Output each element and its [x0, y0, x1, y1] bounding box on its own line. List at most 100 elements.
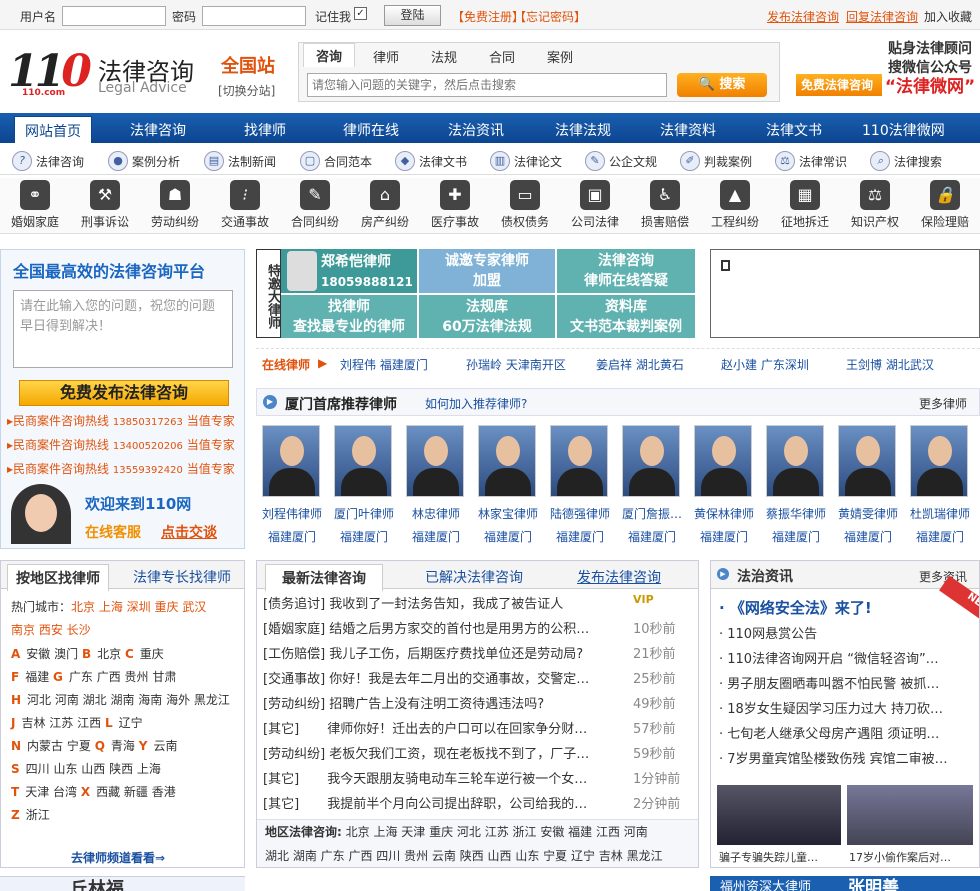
news-photo[interactable]	[717, 785, 841, 845]
invite-lawyer-cell[interactable]: 诚邀专家律师 加盟	[419, 249, 555, 293]
subnav-consult[interactable]: ? 法律咨询	[12, 151, 84, 171]
subnav-regulations[interactable]: ✎ 公企文规	[585, 151, 657, 171]
region-row[interactable]: A 安徽 澳门 B 北京 C 重庆	[11, 645, 164, 662]
username-input[interactable]	[62, 6, 166, 26]
consult-row[interactable]: [其它] 我提前半个月向公司提出辞职，公司给我的…	[263, 793, 587, 812]
recommended-lawyer[interactable]: 陆德强律师 福建厦门	[550, 425, 610, 545]
news-item[interactable]: · 男子朋友圈晒毒叫嚣不怕民警 被抓…	[719, 673, 939, 692]
category-item[interactable]: ♿ 损害赔偿	[630, 180, 700, 230]
search-button[interactable]: 🔍 搜索	[677, 73, 767, 97]
question-textarea[interactable]: 请在此输入您的问题，祝您的问题早日得到解决！	[13, 290, 233, 368]
category-item[interactable]: ✎ 合同纠纷	[280, 180, 350, 230]
resource-db-cell[interactable]: 资料库 文书范本裁判案例	[557, 295, 695, 338]
subnav-news[interactable]: ▤ 法制新闻	[204, 151, 276, 171]
category-item[interactable]: 🔒 保险理赔	[910, 180, 980, 230]
news-item[interactable]: · 110法律咨询网开启 “微信轻咨询”…	[719, 648, 939, 667]
recommended-lawyer[interactable]: 厦门叶律师 福建厦门	[334, 425, 394, 545]
nav-news[interactable]: 法治资讯	[448, 120, 504, 140]
consult-row[interactable]: [其它] 我今天跟朋友骑电动车三轮车逆行被一个女…	[263, 768, 587, 787]
recommended-lawyer[interactable]: 厦门詹振… 福建厦门	[622, 425, 682, 545]
bottom-lawyer-banner[interactable]: 丘林福	[0, 876, 245, 891]
search-tab-case[interactable]: 案例	[547, 47, 573, 66]
news-photo[interactable]	[847, 785, 973, 845]
consult-row[interactable]: [其它] 律师你好！迁出去的户口可以在回家争分财…	[263, 718, 587, 737]
forgot-link[interactable]: 【忘记密码】	[514, 8, 586, 25]
news-item[interactable]: · 18岁女生疑因学习压力过大 持刀砍…	[719, 698, 943, 717]
region-row[interactable]: N 内蒙古 宁夏 Q 青海 Y 云南	[11, 737, 177, 754]
lawyer-channel-link[interactable]: 去律师频道看看⇒	[71, 849, 165, 866]
category-item[interactable]: ☗ 劳动纠纷	[140, 180, 210, 230]
category-item[interactable]: ✚ 医疗事故	[420, 180, 490, 230]
consult-row[interactable]: [婚姻家庭] 结婚之后男方家交的首付也是用男方的公积…	[263, 618, 589, 637]
news-item[interactable]: · 七旬老人继承父母房产遇阻 须证明…	[719, 723, 939, 742]
free-post-button[interactable]: 免费发布法律咨询	[19, 380, 229, 406]
site-logo[interactable]: 110 110.com 法律咨询 Legal Advice	[8, 38, 208, 100]
subnav-docs[interactable]: ◆ 法律文书	[395, 151, 467, 171]
recommended-lawyer[interactable]: 林家宝律师 福建厦门	[478, 425, 538, 545]
search-tab-law[interactable]: 法规	[431, 47, 457, 66]
hot-cities-links[interactable]: 北京 上海 深圳 重庆 武汉	[71, 600, 206, 614]
nav-documents[interactable]: 法律文书	[766, 120, 822, 140]
consult-row[interactable]: [劳动纠纷] 老板欠我们工资，现在老板找不到了，厂子…	[263, 743, 589, 762]
subnav-search[interactable]: ⌕ 法律搜索	[870, 151, 942, 171]
find-lawyer-cell[interactable]: 找律师 查找最专业的律师	[281, 295, 417, 338]
remember-checkbox[interactable]: ✓	[354, 7, 367, 20]
online-lawyer-link[interactable]: 孙瑞岭 天津南开区	[466, 356, 566, 373]
law-db-cell[interactable]: 法规库 60万法律法规	[419, 295, 555, 338]
category-item[interactable]: ▦ 征地拆迁	[770, 180, 840, 230]
news-item[interactable]: · 7岁男童宾馆坠楼致伤残 宾馆二审被…	[719, 748, 948, 767]
login-button[interactable]: 登陆	[384, 5, 441, 26]
online-lawyer-link[interactable]: 姜启祥 湖北黄石	[596, 356, 684, 373]
online-lawyer-link[interactable]: 赵小建 广东深圳	[721, 356, 809, 373]
online-service-link[interactable]: 在线客服	[85, 522, 141, 542]
consult-row[interactable]: [工伤赔偿] 我儿子工伤，后期医疗费找单位还是劳动局?	[263, 643, 583, 662]
recommended-lawyer[interactable]: 蔡振华律师 福建厦门	[766, 425, 826, 545]
nav-lawyer-online[interactable]: 律师在线	[343, 120, 399, 140]
news-item[interactable]: · 《网络安全法》来了!	[719, 597, 872, 618]
category-item[interactable]: ▭ 债权债务	[490, 180, 560, 230]
nav-home[interactable]: 网站首页	[14, 116, 92, 143]
subnav-case[interactable]: ● 案例分析	[108, 151, 180, 171]
favorite-link[interactable]: 加入收藏	[924, 8, 972, 25]
recommended-lawyer[interactable]: 黄保林律师 福建厦门	[694, 425, 754, 545]
category-item[interactable]: ⁝ 交通事故	[210, 180, 280, 230]
nav-materials[interactable]: 法律资料	[660, 120, 716, 140]
password-input[interactable]	[202, 6, 306, 26]
news-photo-caption[interactable]: 17岁小偷作案后对…	[849, 849, 951, 865]
region-row[interactable]: J 吉林 江苏 江西 L 辽宁	[11, 714, 143, 731]
region-row[interactable]: Z 浙江	[11, 806, 50, 823]
search-tab-consult[interactable]: 咨询	[303, 43, 356, 67]
bottom-right-banner[interactable]: 福州资深大律师 张明善	[710, 876, 980, 891]
more-lawyers-link[interactable]: 更多律师	[919, 395, 967, 412]
search-tab-lawyer[interactable]: 律师	[373, 47, 399, 66]
consult-row[interactable]: [劳动纠纷] 招聘广告上没有注明工资待遇违法吗?	[263, 693, 544, 712]
hot-cities-2[interactable]: 南京 西安 长沙	[11, 621, 91, 638]
recommended-lawyer[interactable]: 刘程伟律师 福建厦门	[262, 425, 322, 545]
tab-post[interactable]: 发布法律咨询	[577, 567, 661, 587]
category-item[interactable]: ⌂ 房产纠纷	[350, 180, 420, 230]
recommended-lawyer[interactable]: 杜凯瑞律师 福建厦门	[910, 425, 970, 545]
nav-microsite[interactable]: 110法律微网	[862, 120, 945, 140]
region-row[interactable]: F 福建 G 广东 广西 贵州 甘肃	[11, 668, 176, 685]
wechat-promo[interactable]: 贴身法律顾问 搜微信公众号 “法律微网”	[880, 40, 980, 97]
region-row[interactable]: H 河北 河南 湖北 湖南 海南 海外 黑龙江	[11, 691, 230, 708]
reply-consult-link[interactable]: 回复法律咨询	[846, 8, 918, 25]
subnav-contract[interactable]: ▢ 合同范本	[300, 151, 372, 171]
region-consult-links-2[interactable]: 湖北 湖南 广东 广西 四川 贵州 云南 陕西 山西 山东 宁夏 辽宁 吉林 黑…	[265, 844, 698, 868]
consult-row[interactable]: [债务追讨] 我收到了一封法务告知，我成了被告证人	[263, 593, 563, 612]
consult-row[interactable]: [交通事故] 你好！我是去年二月出的交通事故，交警定…	[263, 668, 589, 687]
news-item[interactable]: · 110网悬赏公告	[719, 623, 817, 642]
tab-solved[interactable]: 已解决法律咨询	[425, 567, 523, 587]
region-row[interactable]: S 四川 山东 山西 陕西 上海	[11, 760, 161, 777]
category-item[interactable]: ⚖ 知识产权	[840, 180, 910, 230]
chat-link[interactable]: 点击交谈	[161, 522, 217, 542]
nav-consult[interactable]: 法律咨询	[130, 120, 186, 140]
search-tab-contract[interactable]: 合同	[489, 47, 515, 66]
tab-latest[interactable]: 最新法律咨询	[265, 564, 383, 591]
online-lawyer-link[interactable]: 王剑博 湖北武汉	[846, 356, 934, 373]
featured-lawyer[interactable]: 郑希恺律师 18059888121	[281, 249, 417, 293]
nav-laws[interactable]: 法律法规	[555, 120, 611, 140]
category-item[interactable]: ⚭ 婚姻家庭	[0, 180, 70, 230]
region-consult-links[interactable]: 北京 上海 天津 重庆 河北 江苏 浙江 安徽 福建 江西 河南	[346, 825, 648, 839]
subnav-verdicts[interactable]: ✐ 判裁案例	[680, 151, 752, 171]
